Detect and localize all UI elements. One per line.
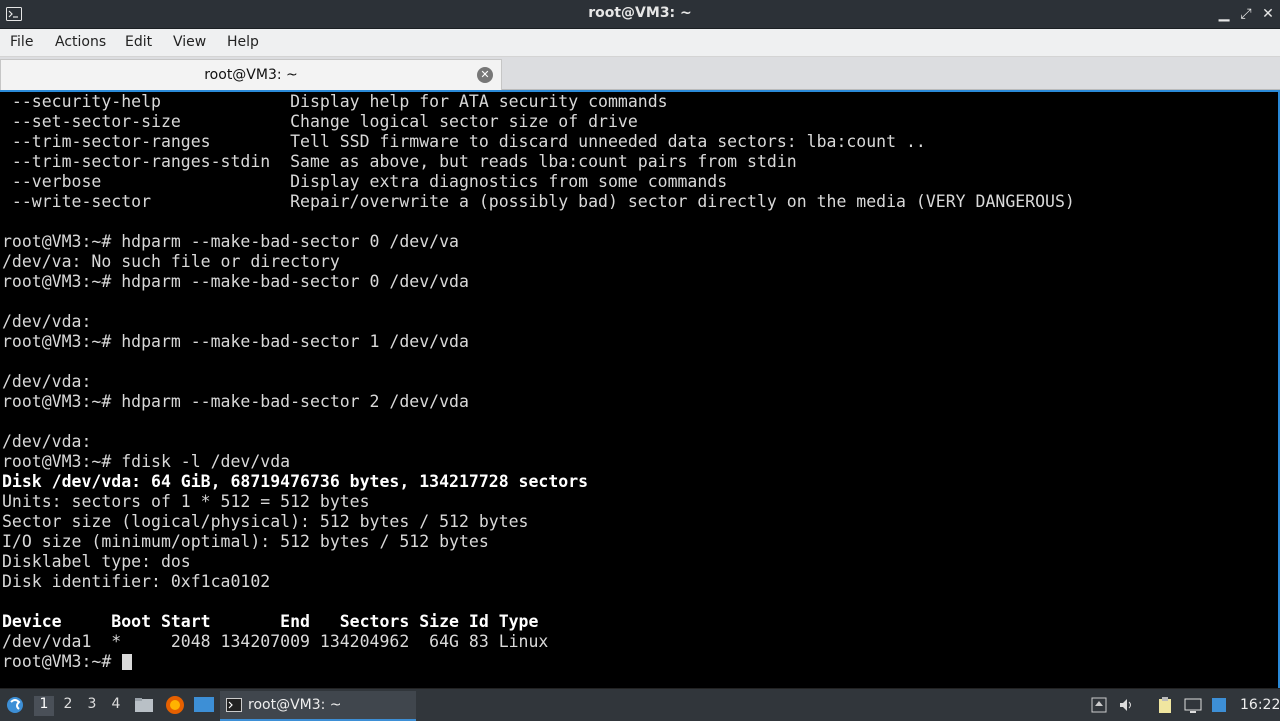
terminal-line: /dev/vda1 * 2048 134207009 134204962 64G…: [2, 632, 549, 651]
file-manager-icon[interactable]: [134, 695, 154, 715]
terminal-line: Disk identifier: 0xf1ca0102: [2, 572, 271, 591]
terminal-line: Device Boot Start End Sectors Size Id Ty…: [2, 612, 539, 631]
workspace-3[interactable]: 3: [82, 696, 102, 716]
terminal-line: root@VM3:~# hdparm --make-bad-sector 2 /…: [2, 392, 469, 411]
terminal-line: --write-sector Repair/overwrite a (possi…: [2, 192, 1075, 211]
tab-close-icon[interactable]: ✕: [477, 67, 493, 83]
menu-actions[interactable]: Actions: [55, 34, 106, 50]
terminal-line: Sector size (logical/physical): 512 byte…: [2, 512, 529, 531]
terminal-line: I/O size (minimum/optimal): 512 bytes / …: [2, 532, 489, 551]
terminal-icon: [226, 698, 242, 712]
close-button[interactable]: ✕: [1258, 4, 1278, 24]
clock[interactable]: 16:22: [1240, 697, 1280, 713]
firefox-icon[interactable]: [164, 694, 186, 716]
terminal-line: /dev/vda:: [2, 432, 92, 451]
workspace-1[interactable]: 1: [34, 696, 54, 716]
volume-icon[interactable]: [1118, 696, 1136, 714]
taskbar: 1 2 3 4 root@VM3: ~ 16:22: [0, 688, 1280, 721]
terminal-view[interactable]: --security-help Display help for ATA sec…: [0, 90, 1280, 688]
terminal-line: Disk /dev/vda: 64 GiB, 68719476736 bytes…: [2, 472, 589, 491]
terminal-line: /dev/vda:: [2, 312, 92, 331]
tab-bar: root@VM3: ~ ✕: [0, 57, 1280, 90]
workspace-4[interactable]: 4: [106, 696, 126, 716]
menu-edit[interactable]: Edit: [125, 34, 152, 50]
window-title: root@VM3: ~: [588, 5, 692, 21]
menu-help[interactable]: Help: [227, 34, 259, 50]
update-icon[interactable]: [1090, 696, 1108, 714]
terminal-line: --set-sector-size Change logical sector …: [2, 112, 638, 131]
tab-label: root@VM3: ~: [204, 67, 298, 83]
terminal-tab[interactable]: root@VM3: ~ ✕: [0, 59, 502, 90]
terminal-line: --security-help Display help for ATA sec…: [2, 92, 668, 111]
terminal-line: root@VM3:~#: [2, 652, 122, 671]
terminal-line: /dev/vda:: [2, 372, 92, 391]
menu-bar: File Actions Edit View Help: [0, 29, 1280, 57]
terminal-line: root@VM3:~# hdparm --make-bad-sector 1 /…: [2, 332, 469, 351]
clipboard-icon[interactable]: [1156, 696, 1174, 714]
terminal-line: Units: sectors of 1 * 512 = 512 bytes: [2, 492, 370, 511]
window-titlebar: root@VM3: ~ ▁ ⤢ ✕: [0, 0, 1280, 29]
terminal-cursor: [122, 654, 132, 670]
network-icon[interactable]: [1210, 696, 1228, 714]
start-menu-icon[interactable]: [5, 695, 25, 715]
screen-icon[interactable]: [1184, 696, 1202, 714]
terminal-line: --verbose Display extra diagnostics from…: [2, 172, 728, 191]
taskbar-window-label: root@VM3: ~: [248, 697, 342, 713]
terminal-line: /dev/va: No such file or directory: [2, 252, 340, 271]
terminal-line: root@VM3:~# hdparm --make-bad-sector 0 /…: [2, 272, 469, 291]
menu-file[interactable]: File: [10, 34, 33, 50]
minimize-button[interactable]: ▁: [1214, 4, 1234, 24]
terminal-line: root@VM3:~# hdparm --make-bad-sector 0 /…: [2, 232, 459, 251]
terminal-line: --trim-sector-ranges-stdin Same as above…: [2, 152, 797, 171]
desktop-icon[interactable]: [193, 695, 215, 715]
menu-view[interactable]: View: [173, 34, 206, 50]
taskbar-window-button[interactable]: root@VM3: ~: [220, 691, 416, 721]
terminal-line: Disklabel type: dos: [2, 552, 191, 571]
terminal-line: root@VM3:~# fdisk -l /dev/vda: [2, 452, 291, 471]
terminal-line: --trim-sector-ranges Tell SSD firmware t…: [2, 132, 926, 151]
workspace-2[interactable]: 2: [58, 696, 78, 716]
maximize-button[interactable]: ⤢: [1236, 4, 1256, 24]
